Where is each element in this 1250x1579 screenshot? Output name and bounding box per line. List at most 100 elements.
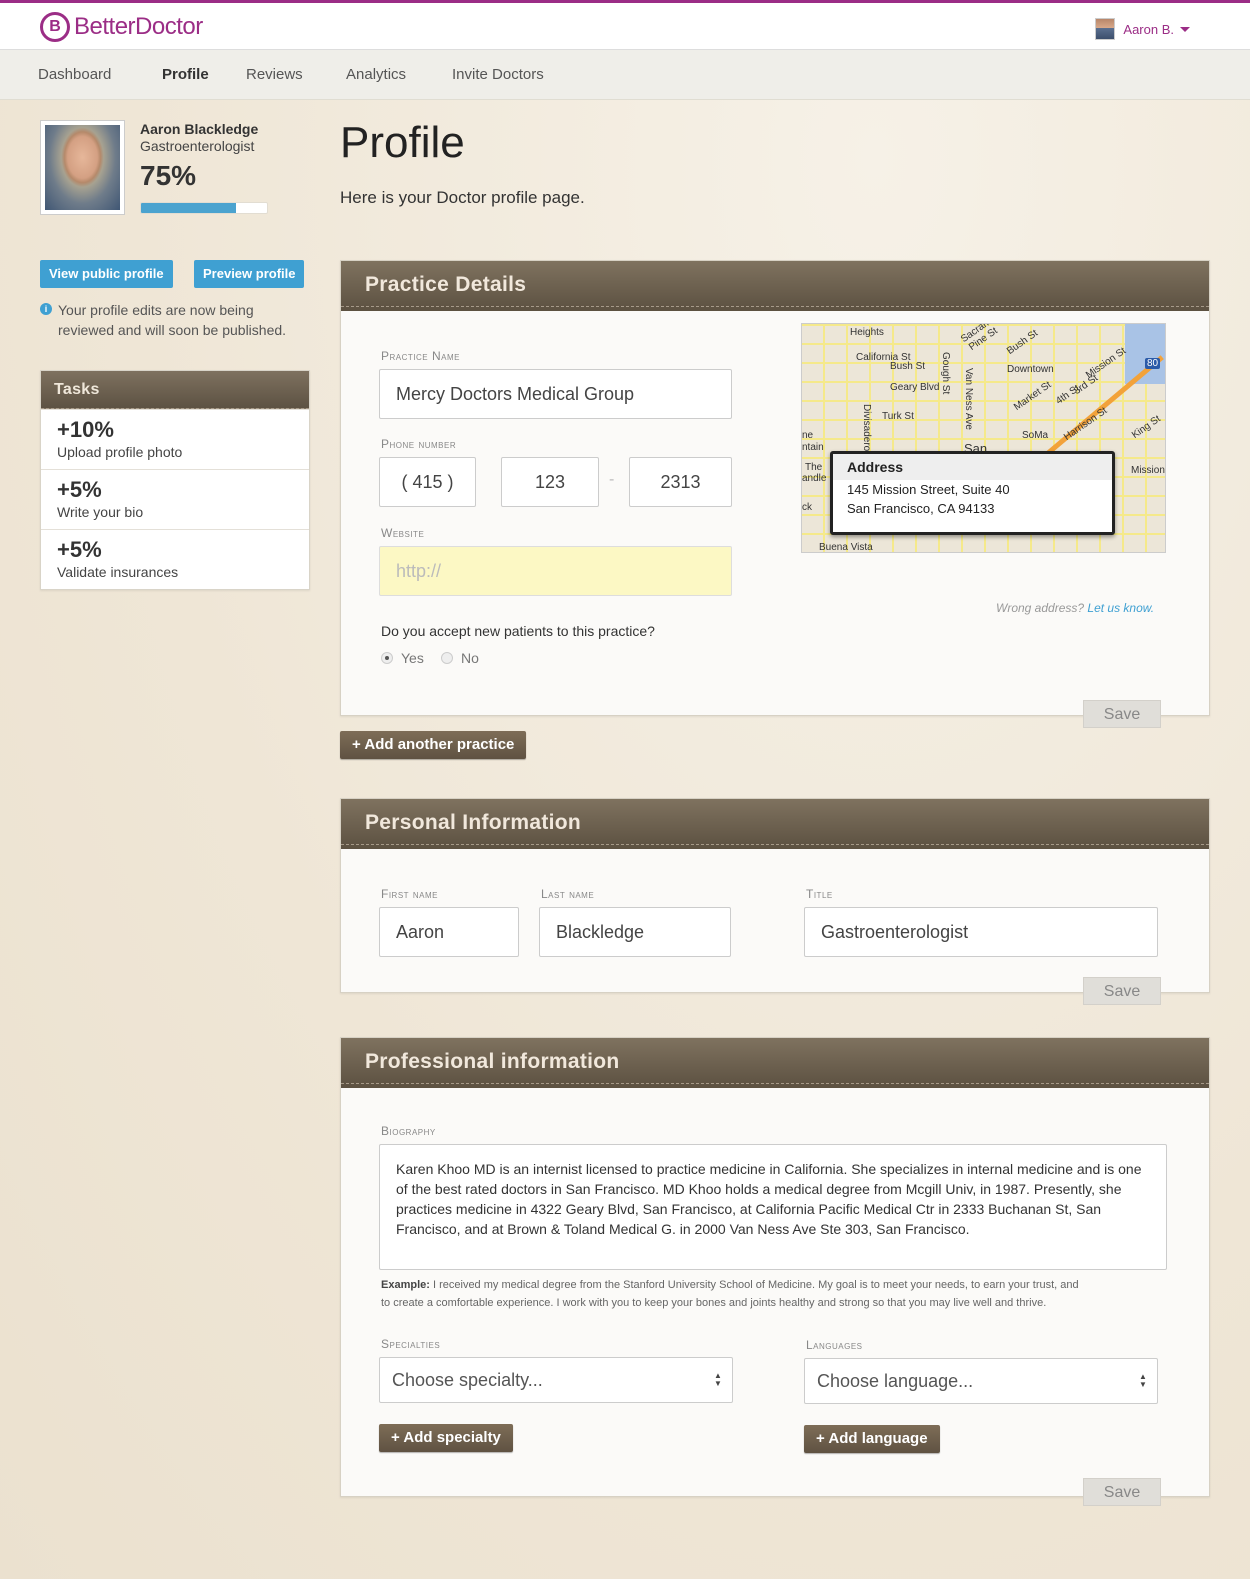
biography-textarea[interactable]: Karen Khoo MD is an internist licensed t…	[379, 1144, 1167, 1270]
nav-analytics[interactable]: Analytics	[346, 66, 406, 83]
accept-yes-radio[interactable]: Yes	[381, 650, 424, 666]
task-percent: +10%	[57, 417, 114, 442]
practice-map[interactable]: Heights Sacramento St California St Pine…	[801, 323, 1166, 553]
example-label: Example:	[381, 1279, 430, 1291]
user-menu[interactable]: Aaron B.	[1095, 18, 1190, 40]
wrong-address-text: Wrong address?	[996, 601, 1085, 615]
specialties-label: Specialties	[381, 1337, 441, 1351]
radio-unselected-icon	[441, 652, 453, 664]
task-item[interactable]: +5% Validate insurances	[41, 529, 309, 589]
info-icon: i	[40, 303, 52, 315]
practice-details-panel: Practice Details Practice Name Mercy Doc…	[340, 260, 1210, 728]
task-percent: +5%	[57, 537, 102, 562]
map-label: Mission	[1131, 465, 1165, 476]
professional-information-title: Professional information	[341, 1038, 1209, 1088]
map-label: SoMa	[1022, 430, 1049, 441]
map-label: ck	[802, 502, 812, 513]
personal-information-title: Personal Information	[341, 799, 1209, 849]
map-label: Harrison St	[1062, 405, 1110, 444]
task-item[interactable]: +5% Write your bio	[41, 469, 309, 529]
profile-progress-fill	[141, 203, 236, 213]
specialty-select[interactable]: Choose specialty... ▲ ▼	[379, 1357, 733, 1403]
map-water	[1125, 324, 1165, 384]
first-name-input[interactable]: Aaron	[379, 907, 519, 957]
address-line-2: San Francisco, CA 94133	[847, 501, 995, 516]
avatar[interactable]	[40, 120, 125, 215]
map-label: Geary Blvd	[890, 382, 940, 393]
map-label: Market St	[1012, 379, 1054, 414]
review-notice: i Your profile edits are now being revie…	[40, 300, 310, 340]
add-specialty-button[interactable]: + Add specialty	[379, 1424, 513, 1452]
professional-save-button[interactable]: Save	[1083, 1478, 1161, 1506]
map-label: Bush St	[890, 361, 926, 372]
nav-dashboard[interactable]: Dashboard	[38, 66, 111, 83]
map-label: ntain	[802, 442, 824, 453]
doctor-specialty: Gastroenterologist	[140, 138, 255, 154]
logo[interactable]: B BetterDoctor	[40, 12, 203, 42]
address-popup: Address 145 Mission Street, Suite 40 San…	[830, 451, 1115, 535]
map-label: The	[805, 462, 823, 473]
map-label: Heights	[850, 327, 884, 338]
map-label: Buena Vista	[819, 542, 873, 553]
tasks-panel: Tasks +10% Upload profile photo +5% Writ…	[40, 370, 310, 590]
title-input[interactable]: Gastroenterologist	[804, 907, 1158, 957]
languages-label: Languages	[806, 1338, 863, 1352]
address-line-1: 145 Mission Street, Suite 40	[847, 482, 1010, 497]
no-label: No	[461, 650, 479, 666]
add-another-practice-button[interactable]: + Add another practice	[340, 731, 527, 759]
last-name-label: Last name	[541, 887, 595, 901]
page-subtitle: Here is your Doctor profile page.	[340, 188, 585, 207]
let-us-know-link[interactable]: Let us know.	[1087, 601, 1154, 615]
page-title: Profile	[340, 118, 465, 167]
chevron-down-icon	[1180, 26, 1190, 32]
map-label: Downtown	[1007, 364, 1054, 375]
select-arrows-icon: ▲ ▼	[1139, 1372, 1147, 1389]
main-nav: Dashboard Profile Reviews Analytics Invi…	[0, 50, 1250, 100]
task-percent: +5%	[57, 477, 102, 502]
profile-progress-bar	[140, 202, 268, 214]
practice-save-button[interactable]: Save	[1083, 700, 1161, 728]
nav-profile[interactable]: Profile	[162, 66, 209, 83]
task-label: Upload profile photo	[57, 444, 183, 460]
language-select-value: Choose language...	[817, 1371, 974, 1391]
practice-name-input[interactable]: Mercy Doctors Medical Group	[379, 369, 732, 419]
phone-line-input[interactable]: 2313	[629, 457, 732, 507]
avatar-photo	[45, 125, 120, 210]
user-avatar	[1095, 18, 1116, 40]
select-arrows-icon: ▲ ▼	[714, 1371, 722, 1388]
phone-prefix-input[interactable]: 123	[501, 457, 599, 507]
personal-information-panel: Personal Information First name Aaron La…	[340, 798, 1210, 1005]
add-language-button[interactable]: + Add language	[804, 1425, 940, 1453]
map-label: andle	[802, 473, 827, 484]
last-name-input[interactable]: Blackledge	[539, 907, 731, 957]
wrong-address-note: Wrong address? Let us know.	[996, 601, 1154, 615]
biography-example: Example: I received my medical degree fr…	[381, 1276, 1081, 1312]
new-patients-question: Do you accept new patients to this pract…	[381, 623, 655, 639]
yes-label: Yes	[401, 650, 424, 666]
task-item[interactable]: +10% Upload profile photo	[41, 409, 309, 469]
example-text: I received my medical degree from the St…	[381, 1279, 1079, 1309]
nav-invite-doctors[interactable]: Invite Doctors	[452, 66, 544, 83]
phone-area-input[interactable]: ( 415 )	[379, 457, 476, 507]
title-label: Title	[806, 887, 833, 901]
logo-mark-icon: B	[40, 12, 70, 42]
website-input[interactable]: http://	[379, 546, 732, 596]
profile-completion: 75%	[140, 160, 197, 191]
language-select[interactable]: Choose language... ▲ ▼	[804, 1358, 1158, 1404]
review-notice-text: Your profile edits are now being reviewe…	[58, 302, 287, 338]
specialty-select-value: Choose specialty...	[392, 1370, 543, 1390]
map-label: Turk St	[882, 411, 914, 422]
accept-no-radio[interactable]: No	[441, 650, 479, 666]
nav-reviews[interactable]: Reviews	[246, 66, 303, 83]
map-label: ne	[802, 430, 814, 441]
map-label: Bush St	[1005, 327, 1041, 358]
doctor-name: Aaron Blackledge	[140, 121, 259, 137]
phone-separator: -	[609, 471, 615, 488]
biography-label: Biography	[381, 1124, 436, 1138]
preview-profile-button[interactable]: Preview profile	[194, 260, 305, 288]
personal-save-button[interactable]: Save	[1083, 977, 1161, 1005]
practice-details-title: Practice Details	[341, 261, 1209, 311]
tasks-title: Tasks	[41, 371, 309, 409]
view-public-profile-button[interactable]: View public profile	[40, 260, 173, 288]
task-label: Write your bio	[57, 504, 144, 520]
